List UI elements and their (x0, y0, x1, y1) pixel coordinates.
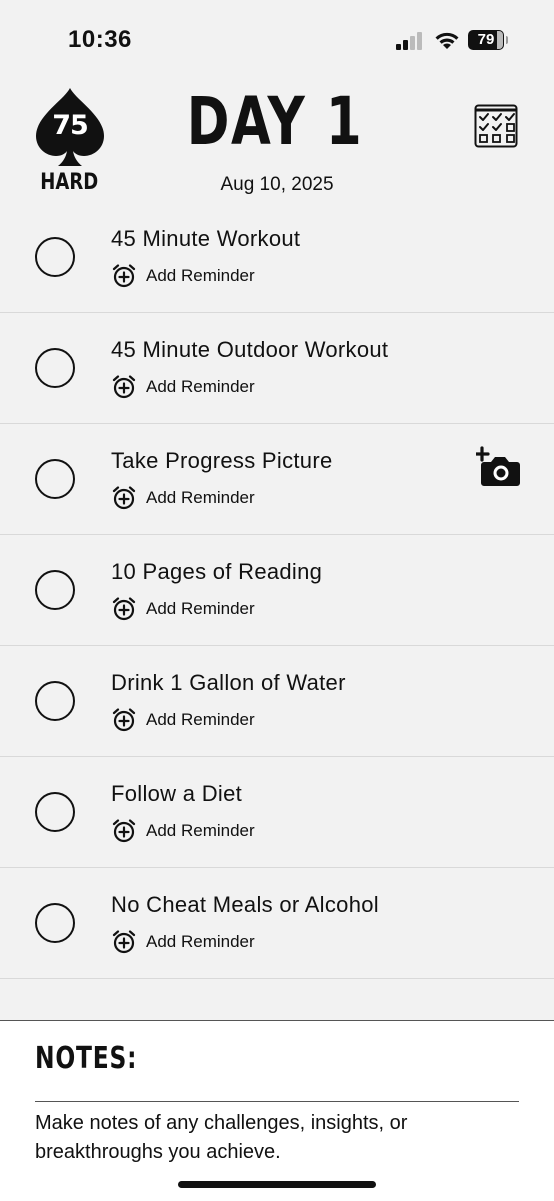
wifi-icon (435, 32, 459, 49)
add-reminder-button[interactable]: Add Reminder (111, 374, 255, 400)
status-bar: 10:36 79 (0, 0, 554, 80)
battery-indicator: 79 (468, 30, 508, 50)
task-item: Follow a Diet Add Reminder (0, 757, 554, 868)
alarm-add-icon (112, 264, 136, 288)
task-list: 45 Minute Workout Add Reminder 45 Minute… (0, 202, 554, 979)
alarm-add-icon (112, 375, 136, 399)
alarm-add-icon (112, 597, 136, 621)
add-reminder-button[interactable]: Add Reminder (111, 485, 255, 511)
task-item: 45 Minute Workout Add Reminder (0, 202, 554, 313)
add-reminder-label: Add Reminder (146, 599, 255, 618)
task-checkbox[interactable] (35, 459, 75, 499)
day-date[interactable]: Aug 10, 2025 (130, 174, 424, 196)
task-checkbox[interactable] (35, 570, 75, 610)
alarm-add-icon (112, 930, 136, 954)
task-title[interactable]: 10 Pages of Reading (111, 559, 322, 585)
task-item: No Cheat Meals or Alcohol Add Reminder (0, 868, 554, 979)
task-checkbox[interactable] (35, 903, 75, 943)
task-title[interactable]: No Cheat Meals or Alcohol (111, 892, 379, 918)
add-reminder-button[interactable]: Add Reminder (111, 818, 255, 844)
task-item: 45 Minute Outdoor Workout Add Reminder (0, 313, 554, 424)
add-reminder-label: Add Reminder (146, 710, 255, 729)
add-reminder-button[interactable]: Add Reminder (111, 263, 255, 289)
status-time: 10:36 (68, 26, 132, 53)
task-checkbox[interactable] (35, 792, 75, 832)
battery-level: 79 (477, 31, 495, 48)
task-item: Drink 1 Gallon of Water Add Reminder (0, 646, 554, 757)
alarm-add-icon (112, 819, 136, 843)
task-title[interactable]: 45 Minute Outdoor Workout (111, 337, 388, 363)
logo-number: 75 (52, 110, 89, 141)
add-photo-icon[interactable] (476, 446, 522, 488)
task-checkbox[interactable] (35, 348, 75, 388)
task-title[interactable]: 45 Minute Workout (111, 226, 300, 252)
notes-panel: NOTES: Make notes of any challenges, ins… (0, 1020, 554, 1201)
home-indicator[interactable] (178, 1181, 376, 1188)
notes-divider (35, 1101, 519, 1102)
add-reminder-button[interactable]: Add Reminder (111, 707, 255, 733)
app-logo: 75 HARD (34, 86, 106, 198)
day-title: DAY 1 (186, 83, 364, 160)
add-reminder-button[interactable]: Add Reminder (111, 596, 255, 622)
add-reminder-button[interactable]: Add Reminder (111, 929, 255, 955)
task-checkbox[interactable] (35, 681, 75, 721)
cellular-signal-icon (396, 32, 424, 50)
add-reminder-label: Add Reminder (146, 821, 255, 840)
calendar-icon[interactable] (474, 104, 518, 148)
logo-word: HARD (40, 170, 99, 195)
notes-title: NOTES: (35, 1041, 138, 1076)
task-title[interactable]: Drink 1 Gallon of Water (111, 670, 346, 696)
add-reminder-label: Add Reminder (146, 488, 255, 507)
task-title[interactable]: Follow a Diet (111, 781, 242, 807)
add-reminder-label: Add Reminder (146, 932, 255, 951)
alarm-add-icon (112, 486, 136, 510)
task-checkbox[interactable] (35, 237, 75, 277)
add-reminder-label: Add Reminder (146, 266, 255, 285)
task-title[interactable]: Take Progress Picture (111, 448, 333, 474)
alarm-add-icon (112, 708, 136, 732)
notes-input[interactable]: Make notes of any challenges, insights, … (35, 1109, 519, 1167)
add-reminder-label: Add Reminder (146, 377, 255, 396)
task-item: 10 Pages of Reading Add Reminder (0, 535, 554, 646)
task-item: Take Progress Picture Add Reminder (0, 424, 554, 535)
